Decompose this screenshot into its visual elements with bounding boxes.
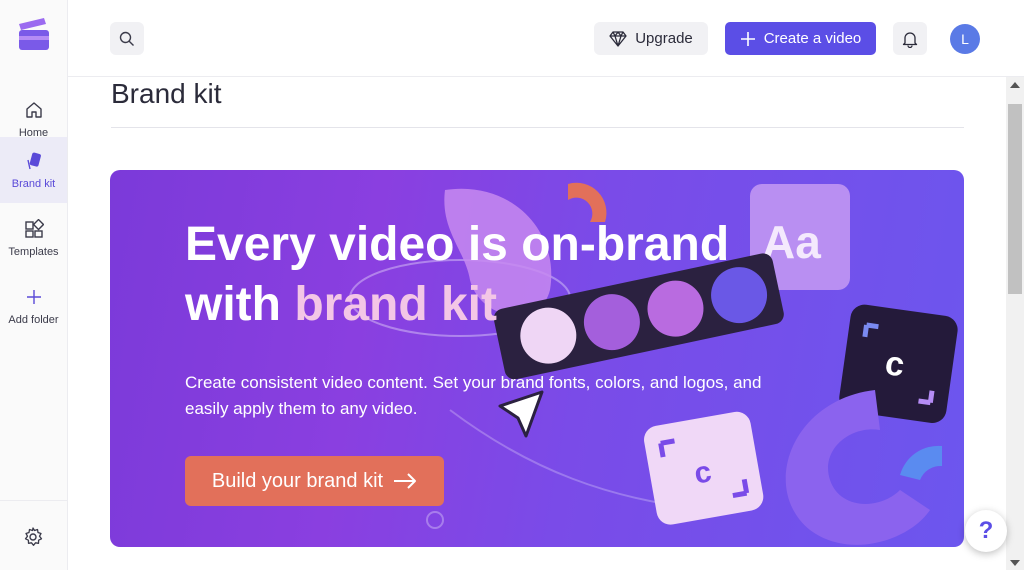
upgrade-label: Upgrade: [635, 30, 693, 47]
sidebar-item-add-folder[interactable]: Add folder: [0, 273, 67, 339]
templates-icon: [23, 218, 45, 240]
brand-kit-icon: [23, 150, 45, 172]
create-video-label: Create a video: [763, 30, 862, 47]
notifications-button[interactable]: [893, 22, 927, 55]
sidebar-item-label: Add folder: [8, 314, 59, 326]
brand-kit-hero-banner: Aa c c Every video is on-brand with bran…: [110, 170, 964, 547]
sidebar-item-label: Brand kit: [11, 178, 56, 190]
divider: [111, 127, 964, 128]
scroll-up-arrow-icon[interactable]: [1010, 82, 1020, 88]
plus-icon: [23, 286, 45, 308]
scroll-down-arrow-icon[interactable]: [1010, 560, 1020, 566]
arrow-right-icon: [394, 473, 417, 489]
app-logo-icon[interactable]: [16, 16, 50, 52]
top-bar: Upgrade Create a video L: [68, 0, 1024, 77]
hero-headline-accent: brand kit: [294, 278, 497, 331]
sidebar-item-brand-kit[interactable]: Brand kit: [0, 137, 67, 203]
scrollbar-thumb[interactable]: [1008, 104, 1022, 294]
upgrade-button[interactable]: Upgrade: [594, 22, 708, 55]
create-video-button[interactable]: Create a video: [725, 22, 876, 55]
build-brand-kit-button[interactable]: Build your brand kit: [185, 456, 444, 506]
home-icon: [23, 99, 45, 121]
help-button[interactable]: ?: [965, 510, 1007, 552]
build-brand-kit-label: Build your brand kit: [211, 469, 384, 492]
page-title: Brand kit: [111, 78, 222, 109]
sidebar-item-templates[interactable]: Templates: [0, 205, 67, 271]
avatar[interactable]: L: [950, 24, 980, 54]
gear-icon[interactable]: [22, 526, 44, 548]
hero-headline: Every video is on-brand with brand kit: [185, 215, 805, 335]
diamond-icon: [609, 30, 627, 47]
plus-icon: [740, 31, 755, 46]
app-window: Home Brand kit Templates Add folder Upgr…: [0, 0, 1024, 570]
sidebar: Home Brand kit Templates Add folder: [0, 0, 68, 570]
sidebar-item-label: Templates: [8, 246, 59, 258]
search-button[interactable]: [110, 22, 144, 55]
sidebar-divider: [0, 500, 67, 501]
search-icon: [119, 31, 134, 46]
hero-subtitle: Create consistent video content. Set you…: [185, 373, 762, 418]
bell-icon: [902, 31, 918, 48]
